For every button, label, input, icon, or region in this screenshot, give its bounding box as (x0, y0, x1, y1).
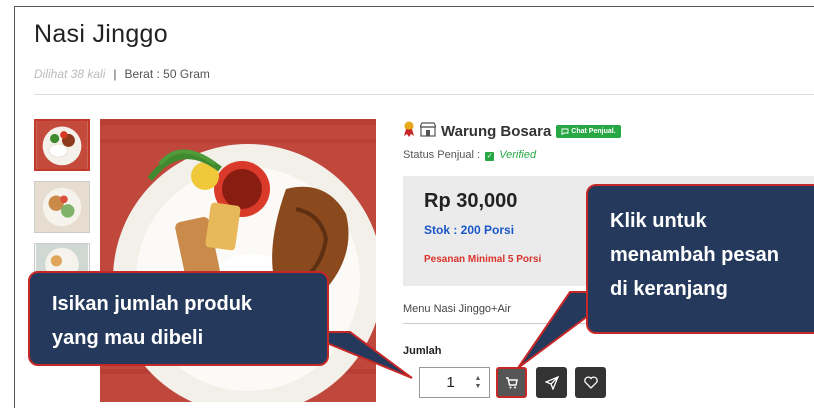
seller-status-value: Verified (499, 149, 537, 161)
chat-icon (561, 128, 569, 135)
quantity-callout-line2: yang mau dibeli (52, 327, 204, 349)
seller-name[interactable]: Warung Bosara (441, 123, 551, 140)
product-weight: Berat : 50 Gram (124, 67, 210, 81)
award-icon (403, 121, 415, 142)
check-icon: ✓ (485, 152, 495, 161)
cart-icon (506, 376, 518, 388)
quantity-input[interactable]: 1 (420, 374, 471, 391)
minimum-order: Pesanan Minimal 5 Porsi (424, 254, 542, 265)
wishlist-button[interactable] (575, 367, 606, 398)
add-to-cart-button[interactable] (496, 367, 527, 398)
cart-callout-line1: Klik untuk (610, 210, 707, 232)
chevron-up-icon[interactable]: ▲ (475, 375, 482, 383)
seller-status: Status Penjual : ✓ Verified (403, 149, 536, 161)
thumbnail-3[interactable] (34, 243, 90, 273)
quantity-callout: Isikan jumlah produk yang mau dibeli (28, 271, 329, 366)
meta-separator: | (113, 67, 117, 81)
variant-option[interactable]: Menu Nasi Jinggo+Air (403, 303, 511, 315)
quantity-callout-line1: Isikan jumlah produk (52, 293, 253, 315)
cart-callout-line2: menambah pesan (610, 244, 779, 266)
cart-callout-line3: di keranjang (610, 278, 728, 300)
store-icon (419, 121, 437, 142)
thumbnail-1[interactable] (34, 119, 90, 171)
chat-seller-button[interactable]: Chat Penjual. (556, 125, 621, 138)
product-meta: Dilihat 38 kali | Berat : 50 Gram (34, 67, 210, 81)
title-divider (34, 94, 814, 95)
quantity-label: Jumlah (403, 345, 442, 357)
product-price: Rp 30,000 (424, 190, 518, 212)
product-title: Nasi Jinggo (34, 20, 168, 48)
stock-info: Stok : 200 Porsi (424, 223, 515, 237)
seller-status-label: Status Penjual : (403, 149, 481, 161)
cart-callout: Klik untuk menambah pesan di keranjang (586, 184, 814, 334)
heart-icon (583, 376, 598, 389)
view-count: Dilihat 38 kali (34, 67, 106, 81)
quantity-spinner[interactable]: ▲ ▼ (471, 375, 485, 391)
quantity-stepper[interactable]: 1 ▲ ▼ (419, 367, 490, 398)
chat-seller-label: Chat Penjual. (571, 128, 616, 135)
chevron-down-icon[interactable]: ▼ (475, 383, 482, 391)
thumbnail-2[interactable] (34, 181, 90, 233)
send-icon (544, 375, 559, 390)
send-button[interactable] (536, 367, 567, 398)
seller-row: Warung Bosara Chat Penjual. (403, 121, 621, 142)
